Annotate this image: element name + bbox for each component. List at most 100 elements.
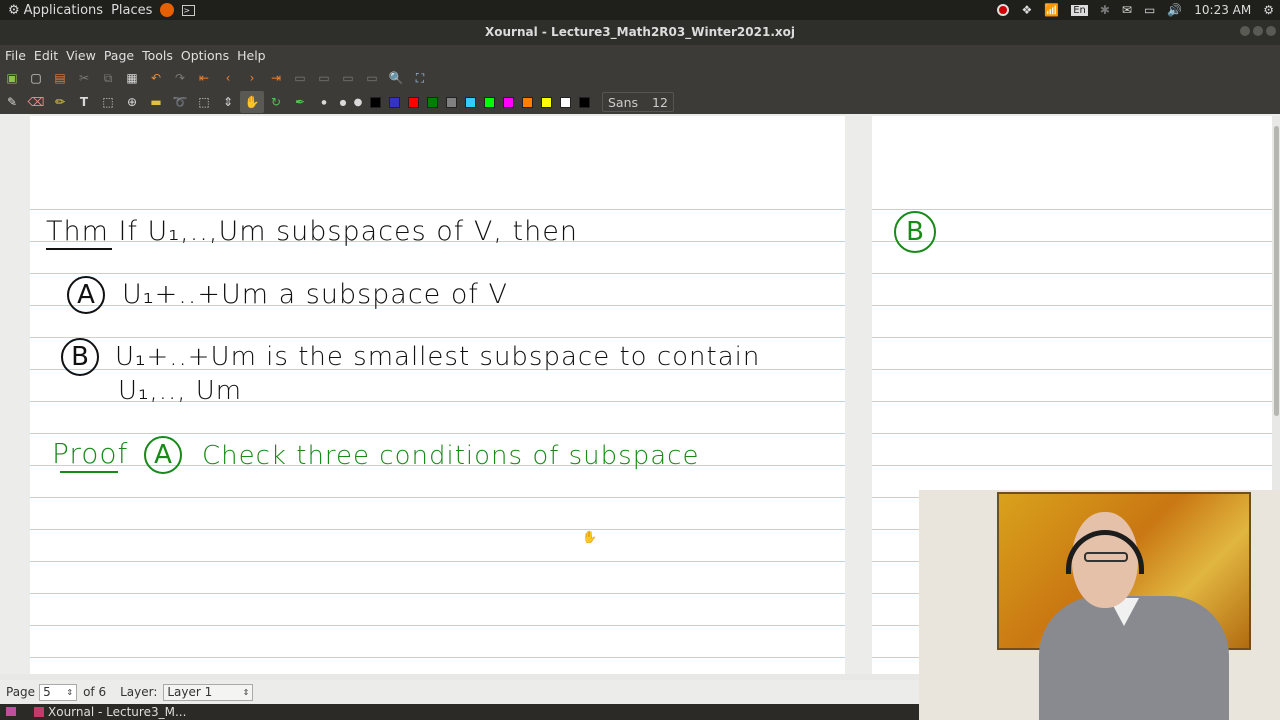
paste-icon[interactable]: ▦ <box>120 67 144 89</box>
ruled-line <box>872 401 1272 402</box>
zoom-out-icon[interactable]: ▭ <box>288 67 312 89</box>
menu-edit[interactable]: Edit <box>34 48 58 63</box>
eraser-icon[interactable]: ⌫ <box>24 91 48 113</box>
zoom-icon[interactable]: 🔍 <box>384 67 408 89</box>
color-blue-swatch[interactable] <box>389 96 400 108</box>
menu-view[interactable]: View <box>66 48 96 63</box>
last-page-icon[interactable]: ⇥ <box>264 67 288 89</box>
ruler-icon[interactable]: ▬ <box>144 91 168 113</box>
record-icon[interactable] <box>997 4 1010 16</box>
menu-tools[interactable]: Tools <box>142 48 173 63</box>
normal-size-icon[interactable]: ▭ <box>360 67 384 89</box>
color-yellow-swatch[interactable] <box>541 96 552 108</box>
firefox-launcher-icon[interactable] <box>160 3 175 17</box>
next-page-icon[interactable]: › <box>240 67 264 89</box>
redo-icon[interactable]: ↷ <box>168 67 192 89</box>
default-pen-icon[interactable]: ✒ <box>288 91 312 113</box>
ruled-line <box>872 465 1272 466</box>
theorem-statement: Thm If U₁,..,Um subspaces of V, then <box>46 216 578 247</box>
clock[interactable]: 10:23 AM <box>1194 3 1251 17</box>
new-icon[interactable]: ▢ <box>24 67 48 89</box>
ruled-line <box>30 593 845 594</box>
close-button[interactable] <box>1266 26 1276 36</box>
save-icon[interactable]: ▣ <box>0 67 24 89</box>
maximize-button[interactable] <box>1253 26 1263 36</box>
previous-page-icon[interactable]: ‹ <box>216 67 240 89</box>
vertical-space-icon[interactable]: ⇕ <box>216 91 240 113</box>
minimize-button[interactable] <box>1240 26 1250 36</box>
webcam-overlay <box>919 490 1280 720</box>
vertical-scroll-thumb[interactable] <box>1274 126 1279 416</box>
ruled-line <box>30 625 845 626</box>
volume-icon[interactable]: 🔊 <box>1167 3 1182 17</box>
rect-select-icon[interactable]: ⬚ <box>192 91 216 113</box>
page-label: Page <box>6 685 36 699</box>
lasso-select-icon[interactable]: ➰ <box>168 91 192 113</box>
terminal-launcher-icon[interactable]: > <box>182 4 196 16</box>
layer-label: Layer: <box>120 685 158 699</box>
mail-icon[interactable]: ✉ <box>1122 3 1132 17</box>
color-white-swatch[interactable] <box>560 96 571 108</box>
tools-toolbar: ✎ ⌫ ✏ T ⬚ ⊕ ▬ ➰ ⬚ ⇕ ✋ ↻ ✒ ● ● ● Sans 12 <box>0 90 1280 114</box>
default-tool-icon[interactable]: ↻ <box>264 91 288 113</box>
settings-gear-icon[interactable]: ⚙ <box>1263 3 1274 17</box>
language-indicator[interactable]: En <box>1071 4 1088 16</box>
cut-icon[interactable]: ✂ <box>72 67 96 89</box>
wifi-icon[interactable]: 📶 <box>1044 3 1059 17</box>
chevron-down-icon: ⇕ <box>242 687 250 697</box>
fullscreen-icon[interactable]: ⛶ <box>408 67 432 89</box>
hand-tool-icon[interactable]: ✋ <box>240 91 264 113</box>
dropbox-icon[interactable]: ❖ <box>1021 3 1032 17</box>
thickness-medium-icon[interactable]: ● <box>336 91 350 113</box>
layer-select[interactable]: Layer 1 ⇕ <box>163 683 254 701</box>
font-name: Sans <box>608 94 639 110</box>
pen-icon[interactable]: ✎ <box>0 91 24 113</box>
page-width-icon[interactable]: ▭ <box>312 67 336 89</box>
applications-menu[interactable]: ⚙ Applications <box>8 3 103 18</box>
ruled-line <box>872 337 1272 338</box>
battery-icon[interactable]: ▭ <box>1144 3 1155 17</box>
open-icon[interactable]: ▤ <box>48 67 72 89</box>
menu-file[interactable]: File <box>5 48 26 63</box>
show-desktop-icon[interactable] <box>6 707 16 716</box>
color-green-swatch[interactable] <box>427 96 438 108</box>
page-number-spinner[interactable]: 5 ⇕ <box>39 683 78 701</box>
menu-help[interactable]: Help <box>237 48 266 63</box>
ruled-line <box>872 273 1272 274</box>
image-tool-icon[interactable]: ⬚ <box>96 91 120 113</box>
color-gray-swatch[interactable] <box>446 96 457 108</box>
first-page-icon[interactable]: ⇤ <box>192 67 216 89</box>
glasses <box>1084 552 1128 562</box>
shape-recognizer-icon[interactable]: ⊕ <box>120 91 144 113</box>
places-menu[interactable]: Places <box>111 3 152 18</box>
ruled-line <box>872 433 1272 434</box>
system-top-bar: ⚙ Applications Places > ❖ 📶 En ✱ ✉ ▭ 🔊 1… <box>0 0 1280 20</box>
part-a-circle: A <box>67 276 105 314</box>
color-magenta-swatch[interactable] <box>503 96 514 108</box>
part-b-circle: B <box>61 338 99 376</box>
color-red-swatch[interactable] <box>408 96 419 108</box>
ruled-line <box>30 529 845 530</box>
zoom-in-icon[interactable]: ▭ <box>336 67 360 89</box>
taskbar-item-xournal[interactable]: Xournal - Lecture3_M... <box>34 705 186 719</box>
bluetooth-icon[interactable]: ✱ <box>1100 3 1110 17</box>
menu-page[interactable]: Page <box>104 48 134 63</box>
thickness-thick-icon[interactable]: ● <box>350 91 366 113</box>
font-selector[interactable]: Sans 12 <box>602 92 674 112</box>
font-size: 12 <box>652 94 668 110</box>
color-black-swatch[interactable] <box>370 96 381 108</box>
undo-icon[interactable]: ↶ <box>144 67 168 89</box>
color-lightgreen-swatch[interactable] <box>484 96 495 108</box>
color-lightblue-swatch[interactable] <box>465 96 476 108</box>
text-tool-icon[interactable]: T <box>72 91 96 113</box>
menu-options[interactable]: Options <box>181 48 229 63</box>
highlighter-icon[interactable]: ✏ <box>48 91 72 113</box>
main-toolbar: ▣ ▢ ▤ ✂ ⧉ ▦ ↶ ↷ ⇤ ‹ › ⇥ ▭ ▭ ▭ ▭ 🔍 ⛶ <box>0 66 1280 90</box>
part-a-text: U₁+..+Um a subspace of V <box>122 279 508 310</box>
current-color-swatch[interactable] <box>579 96 590 108</box>
thickness-fine-icon[interactable]: ● <box>312 91 336 113</box>
page-5[interactable]: Thm If U₁,..,Um subspaces of V, then A U… <box>30 116 845 678</box>
color-orange-swatch[interactable] <box>522 96 533 108</box>
thm-underline <box>46 248 112 250</box>
copy-icon[interactable]: ⧉ <box>96 67 120 89</box>
